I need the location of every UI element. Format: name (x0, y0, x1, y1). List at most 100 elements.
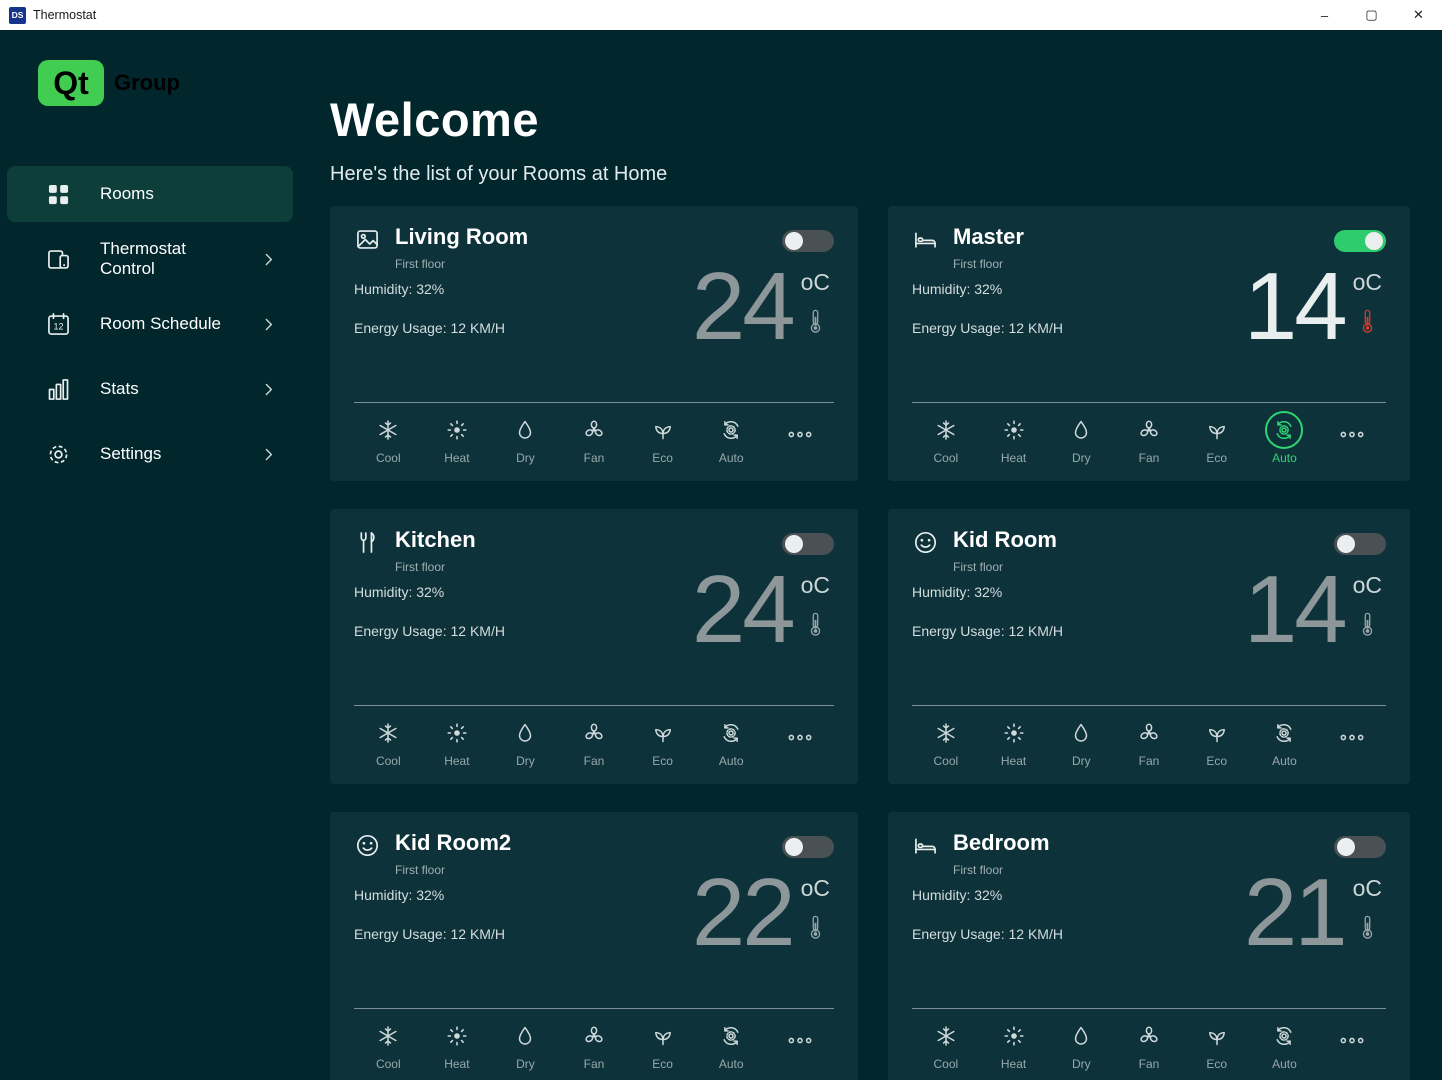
mode-dry-button[interactable]: Dry (1047, 411, 1115, 465)
mode-eco-button[interactable]: Eco (1183, 411, 1251, 465)
mode-auto-button[interactable]: Auto (1251, 1017, 1319, 1071)
auto-icon (1265, 411, 1303, 449)
mode-fan-button[interactable]: Fan (1115, 1017, 1183, 1071)
mode-cool-button[interactable]: Cool (912, 714, 980, 768)
mode-dry-button[interactable]: Dry (491, 1017, 560, 1071)
energy-label: Energy Usage: 12 KM/H (912, 623, 1130, 639)
power-toggle[interactable] (782, 230, 834, 252)
more-options-button[interactable] (1318, 714, 1386, 752)
cool-icon (369, 714, 407, 752)
power-toggle[interactable] (1334, 533, 1386, 555)
more-dots-icon (1333, 714, 1371, 752)
mode-eco-button[interactable]: Eco (1183, 714, 1251, 768)
toggle-knob (785, 535, 803, 553)
more-options-button[interactable] (1318, 1017, 1386, 1055)
page-subtitle: Here's the list of your Rooms at Home (330, 163, 1442, 186)
humidity-label: Humidity: 32% (912, 887, 1130, 903)
humidity-label: Humidity: 32% (354, 281, 575, 297)
eco-icon (1198, 1017, 1236, 1055)
sidebar-item-label: Rooms (100, 184, 277, 204)
room-card: Kid Room First floor Humidity: 32% Energ… (888, 509, 1410, 784)
toggle-knob (1337, 535, 1355, 553)
energy-label: Energy Usage: 12 KM/H (354, 623, 575, 639)
power-toggle[interactable] (782, 533, 834, 555)
temperature-value: 22 (692, 863, 793, 964)
dry-icon (1062, 714, 1100, 752)
mode-heat-button[interactable]: Heat (423, 411, 492, 465)
mode-fan-button[interactable]: Fan (1115, 411, 1183, 465)
mode-cool-button[interactable]: Cool (354, 714, 423, 768)
qt-logo-group-text: Group (114, 70, 180, 96)
mode-heat-button[interactable]: Heat (980, 411, 1048, 465)
mode-fan-button[interactable]: Fan (560, 714, 629, 768)
toggle-knob (785, 232, 803, 250)
more-options-button[interactable] (765, 714, 834, 752)
thermometer-icon (1361, 611, 1374, 638)
face-icon (354, 832, 381, 859)
power-toggle[interactable] (1334, 836, 1386, 858)
maximize-button[interactable]: ▢ (1348, 0, 1395, 30)
mode-eco-button[interactable]: Eco (628, 714, 697, 768)
mode-fan-button[interactable]: Fan (560, 411, 629, 465)
mode-controls: Cool Heat Dry Fan Eco Auto (354, 705, 834, 768)
more-options-button[interactable] (765, 1017, 834, 1055)
mode-heat-button[interactable]: Heat (980, 714, 1048, 768)
close-button[interactable]: ✕ (1395, 0, 1442, 30)
utensils-icon (354, 529, 381, 556)
mode-auto-button[interactable]: Auto (697, 714, 766, 768)
face-icon (912, 529, 939, 556)
temperature-value: 21 (1244, 863, 1345, 964)
power-toggle[interactable] (782, 836, 834, 858)
minimize-button[interactable]: – (1301, 0, 1348, 30)
mode-auto-button[interactable]: Auto (697, 1017, 766, 1071)
mode-eco-button[interactable]: Eco (1183, 1017, 1251, 1071)
temperature-value: 24 (692, 560, 793, 661)
mode-cool-button[interactable]: Cool (912, 411, 980, 465)
grid-icon (45, 181, 72, 208)
sidebar-item-room-schedule[interactable]: Room Schedule (7, 296, 293, 352)
mode-heat-button[interactable]: Heat (423, 1017, 492, 1071)
chevron-right-icon (260, 251, 277, 268)
auto-icon (712, 411, 750, 449)
bed-icon (912, 832, 939, 859)
auto-icon (712, 1017, 750, 1055)
more-options-button[interactable] (765, 411, 834, 449)
mode-dry-button[interactable]: Dry (491, 714, 560, 768)
sidebar-item-stats[interactable]: Stats (7, 361, 293, 417)
heat-icon (438, 714, 476, 752)
mode-heat-button[interactable]: Heat (423, 714, 492, 768)
room-card: Kid Room2 First floor Humidity: 32% Ener… (330, 812, 858, 1080)
temperature-value: 14 (1244, 560, 1345, 661)
mode-eco-button[interactable]: Eco (628, 411, 697, 465)
mode-dry-button[interactable]: Dry (1047, 714, 1115, 768)
mode-cool-button[interactable]: Cool (912, 1017, 980, 1071)
mode-fan-button[interactable]: Fan (560, 1017, 629, 1071)
mode-auto-button[interactable]: Auto (697, 411, 766, 465)
mode-dry-button[interactable]: Dry (1047, 1017, 1115, 1071)
mode-auto-button[interactable]: Auto (1251, 714, 1319, 768)
cool-icon (927, 1017, 965, 1055)
auto-icon (712, 714, 750, 752)
fan-icon (575, 714, 613, 752)
mode-controls: Cool Heat Dry Fan Eco Auto (354, 1008, 834, 1071)
sidebar-item-thermostat-control[interactable]: Thermostat Control (7, 231, 293, 287)
sidebar-item-settings[interactable]: Settings (7, 426, 293, 482)
page-title: Welcome (330, 92, 1442, 147)
mode-dry-button[interactable]: Dry (491, 411, 560, 465)
mode-cool-button[interactable]: Cool (354, 411, 423, 465)
sidebar-item-rooms[interactable]: Rooms (7, 166, 293, 222)
more-options-button[interactable] (1318, 411, 1386, 449)
qt-group-logo: Qt Group (38, 60, 300, 106)
mode-auto-button[interactable]: Auto (1251, 411, 1319, 465)
mode-heat-button[interactable]: Heat (980, 1017, 1048, 1071)
room-floor: First floor (953, 863, 1050, 877)
toggle-knob (785, 838, 803, 856)
energy-label: Energy Usage: 12 KM/H (912, 926, 1130, 942)
eco-icon (1198, 714, 1236, 752)
mode-fan-button[interactable]: Fan (1115, 714, 1183, 768)
mode-cool-button[interactable]: Cool (354, 1017, 423, 1071)
power-toggle[interactable] (1334, 230, 1386, 252)
thermometer-icon (1361, 914, 1374, 941)
app-shell: Qt Group Rooms Thermostat Control Room S… (0, 30, 1442, 1080)
mode-eco-button[interactable]: Eco (628, 1017, 697, 1071)
